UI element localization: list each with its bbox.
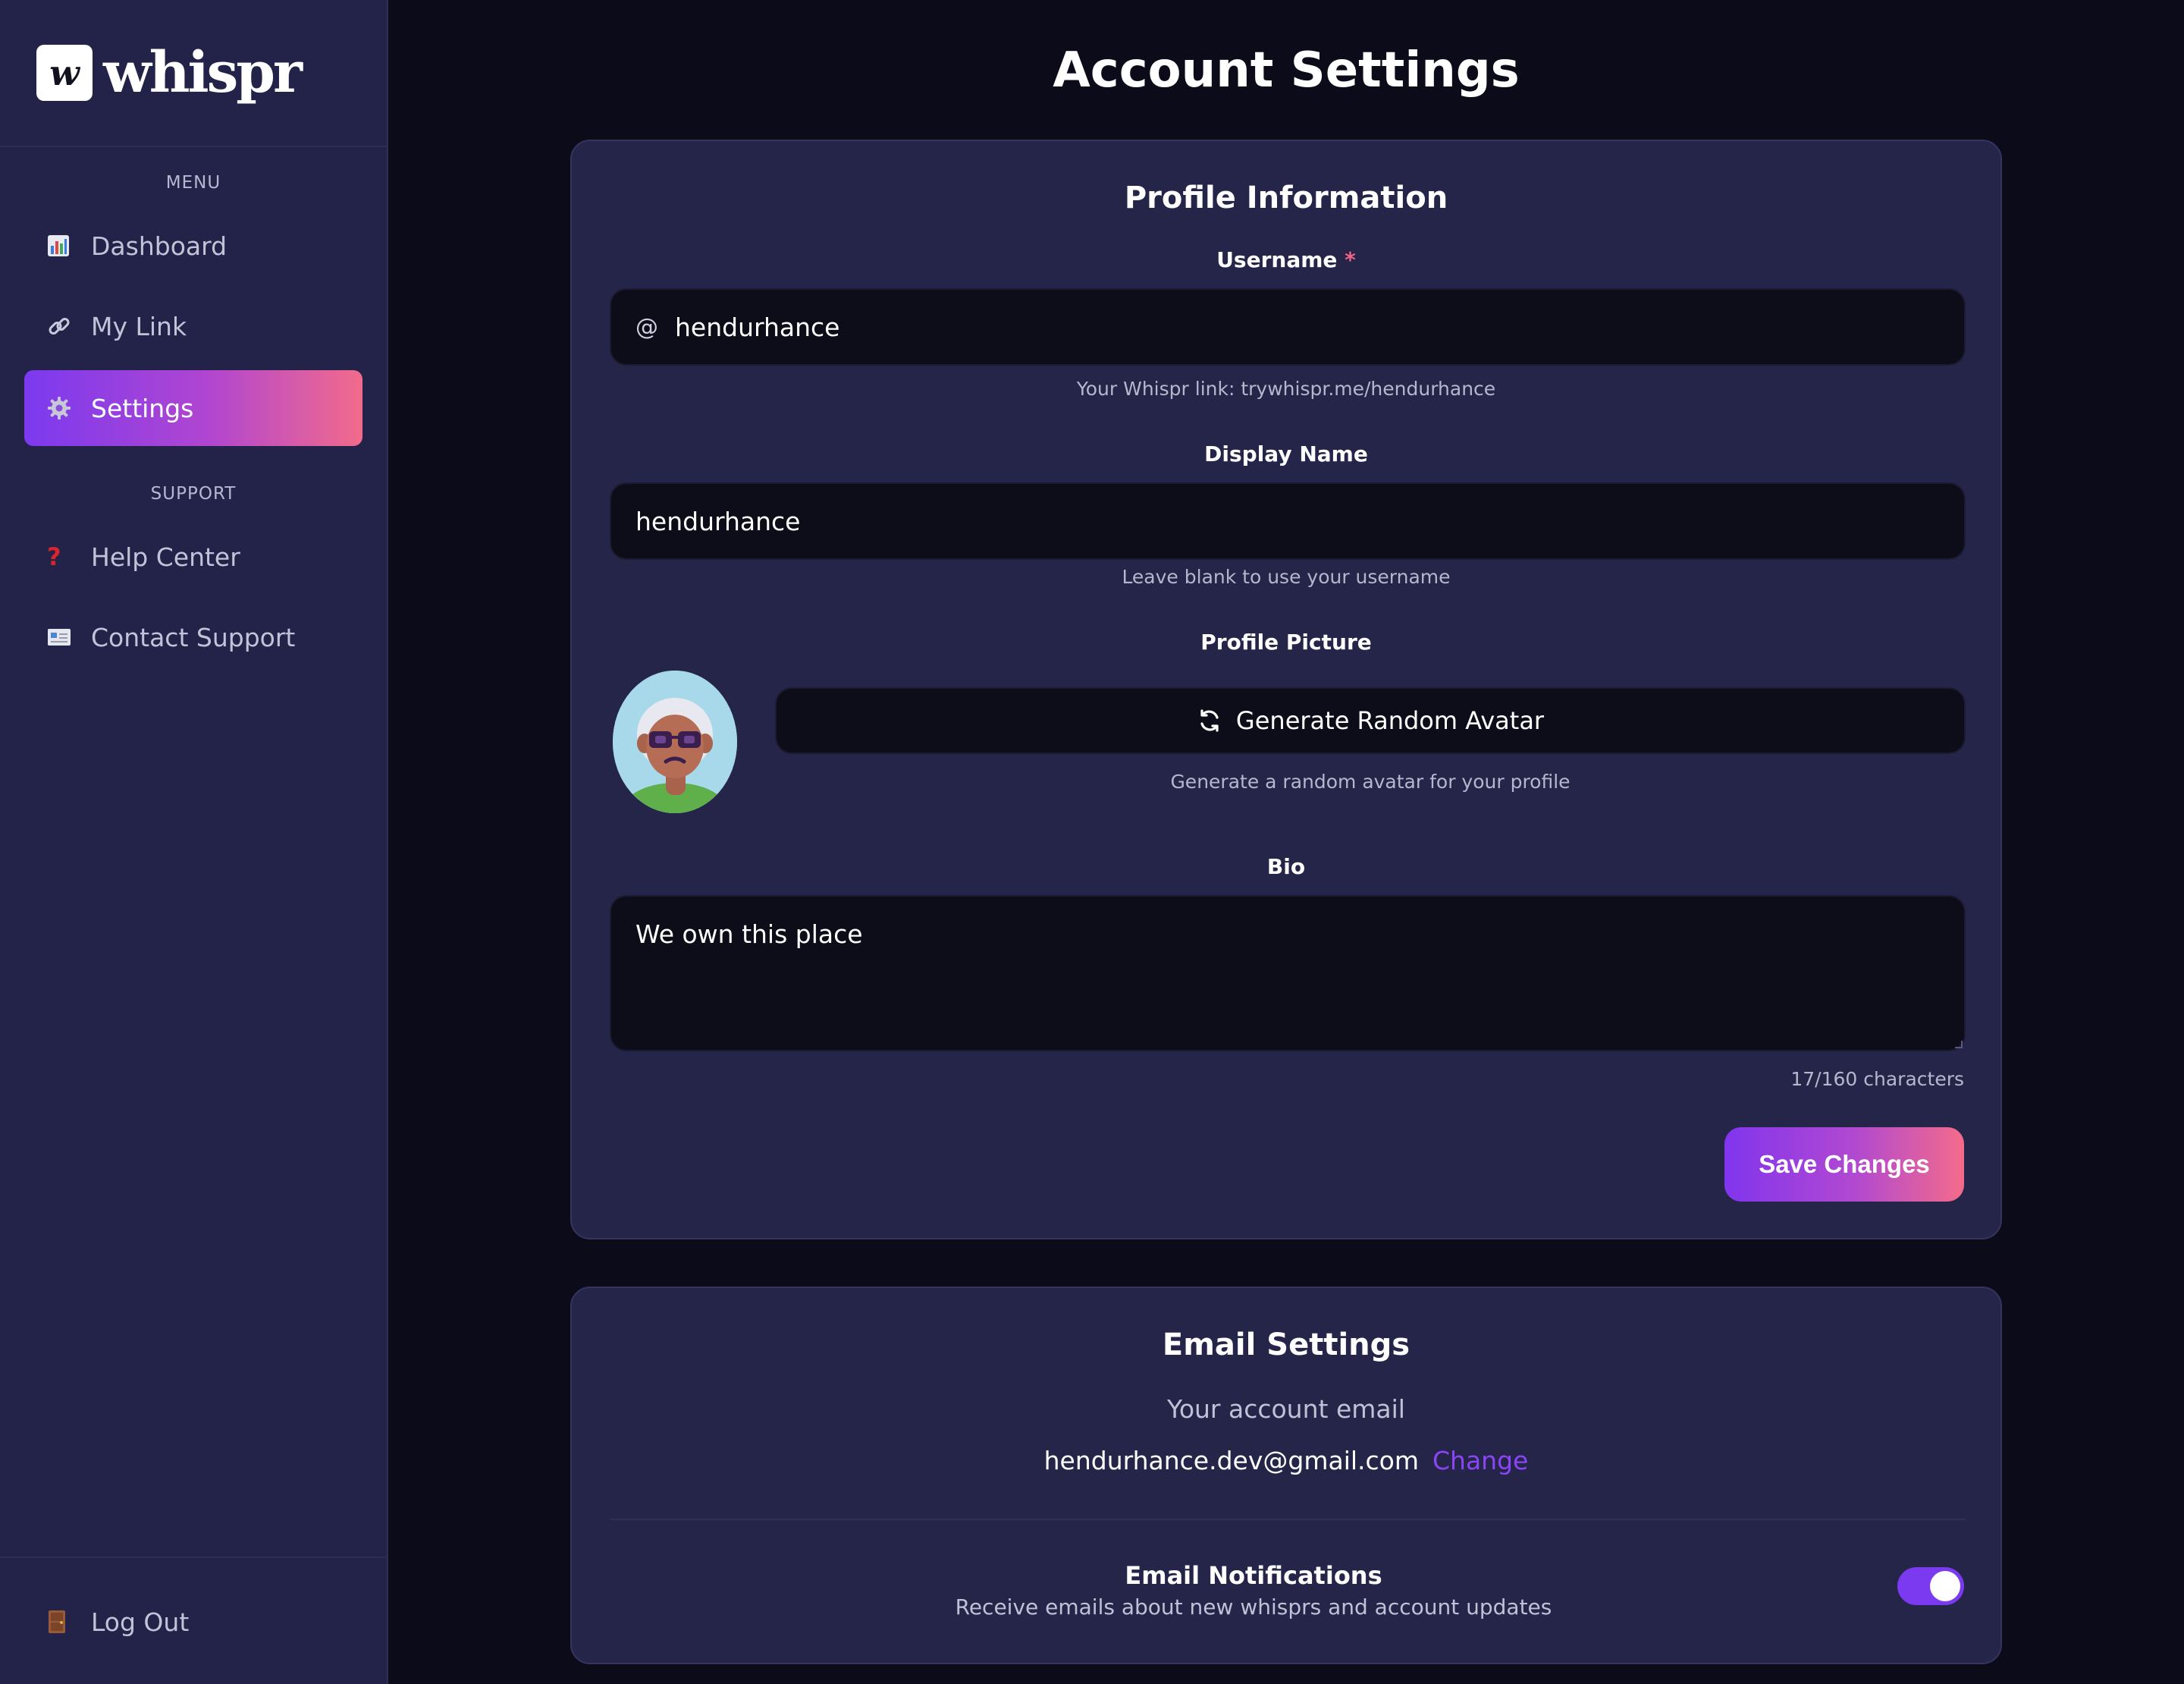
logout-button[interactable]: Log Out — [24, 1584, 362, 1660]
email-address: hendurhance.dev@gmail.com — [1043, 1446, 1419, 1475]
username-value: hendurhance — [675, 312, 840, 342]
logo-wordmark: whispr — [103, 40, 303, 105]
sidebar-item-label: Help Center — [91, 542, 240, 572]
at-symbol-icon: @ — [635, 313, 658, 341]
email-notifications-toggle[interactable] — [1897, 1567, 1964, 1605]
change-email-link[interactable]: Change — [1432, 1446, 1528, 1475]
sidebar-item-settings[interactable]: Settings — [24, 370, 362, 446]
resize-handle-icon[interactable] — [1955, 1041, 1963, 1048]
page-title: Account Settings — [1053, 42, 1520, 99]
email-row: hendurhance.dev@gmail.com Change — [572, 1446, 2000, 1475]
link-icon — [47, 314, 91, 338]
refresh-icon — [1197, 708, 1222, 734]
bio-value: We own this place — [635, 919, 863, 949]
bio-character-counter: 17/160 characters — [1790, 1068, 1964, 1090]
email-notifications-description: Receive emails about new whisprs and acc… — [955, 1594, 1552, 1620]
sidebar-item-my-link[interactable]: My Link — [24, 288, 362, 364]
sidebar-item-label: Dashboard — [91, 231, 228, 261]
sidebar-divider — [0, 1557, 387, 1558]
profile-picture-label: Profile Picture — [1200, 630, 1372, 655]
username-label: Username * — [572, 247, 2000, 272]
toggle-knob — [1930, 1571, 1960, 1601]
support-section-label: SUPPORT — [150, 484, 237, 504]
logout-label: Log Out — [91, 1607, 190, 1637]
bar-chart-icon — [47, 234, 91, 257]
required-marker: * — [1345, 247, 1356, 272]
envelope-icon — [47, 628, 91, 646]
sidebar-item-label: My Link — [91, 311, 187, 341]
email-subtitle: Your account email — [1167, 1394, 1405, 1424]
profile-card: Profile Information Username * @ hendurh… — [570, 140, 2002, 1239]
profile-card-title: Profile Information — [1124, 181, 1448, 215]
divider — [610, 1519, 1966, 1520]
sidebar-item-contact-support[interactable]: Contact Support — [24, 599, 362, 675]
sidebar: w whispr MENU Dashboard My Link Settings… — [0, 0, 388, 1684]
email-settings-card: Email Settings Your account email hendur… — [570, 1287, 2002, 1664]
logo-mark: w — [36, 45, 93, 101]
display-name-field[interactable]: hendurhance — [610, 482, 1966, 560]
menu-section-label: MENU — [165, 173, 221, 193]
username-field[interactable]: @ hendurhance — [610, 288, 1966, 366]
app-root: w whispr MENU Dashboard My Link Settings… — [0, 0, 2184, 1684]
email-notifications-title: Email Notifications — [1125, 1561, 1382, 1590]
display-name-value: hendurhance — [635, 506, 801, 536]
save-changes-button[interactable]: Save Changes — [1724, 1127, 1964, 1202]
display-name-hint: Leave blank to use your username — [1122, 566, 1451, 588]
sidebar-item-label: Settings — [91, 393, 194, 423]
generate-avatar-hint: Generate a random avatar for your profil… — [1170, 771, 1571, 793]
gear-icon — [47, 396, 91, 420]
generate-avatar-button[interactable]: Generate Random Avatar — [775, 687, 1966, 754]
bio-textarea[interactable]: We own this place — [610, 895, 1966, 1051]
sidebar-item-label: Contact Support — [91, 622, 296, 652]
door-icon — [47, 1610, 91, 1634]
avatar — [613, 671, 737, 813]
question-icon: ? — [47, 542, 61, 571]
sidebar-item-help-center[interactable]: ? Help Center — [24, 519, 362, 595]
email-card-title: Email Settings — [1162, 1327, 1410, 1362]
display-name-label: Display Name — [1204, 441, 1368, 467]
sidebar-item-dashboard[interactable]: Dashboard — [24, 208, 362, 284]
generate-avatar-label: Generate Random Avatar — [1235, 706, 1545, 735]
username-hint: Your Whispr link: trywhispr.me/hendurhan… — [1076, 378, 1496, 400]
username-label-text: Username — [1216, 247, 1338, 272]
logo[interactable]: w whispr — [0, 0, 387, 147]
bio-label: Bio — [1266, 854, 1306, 879]
